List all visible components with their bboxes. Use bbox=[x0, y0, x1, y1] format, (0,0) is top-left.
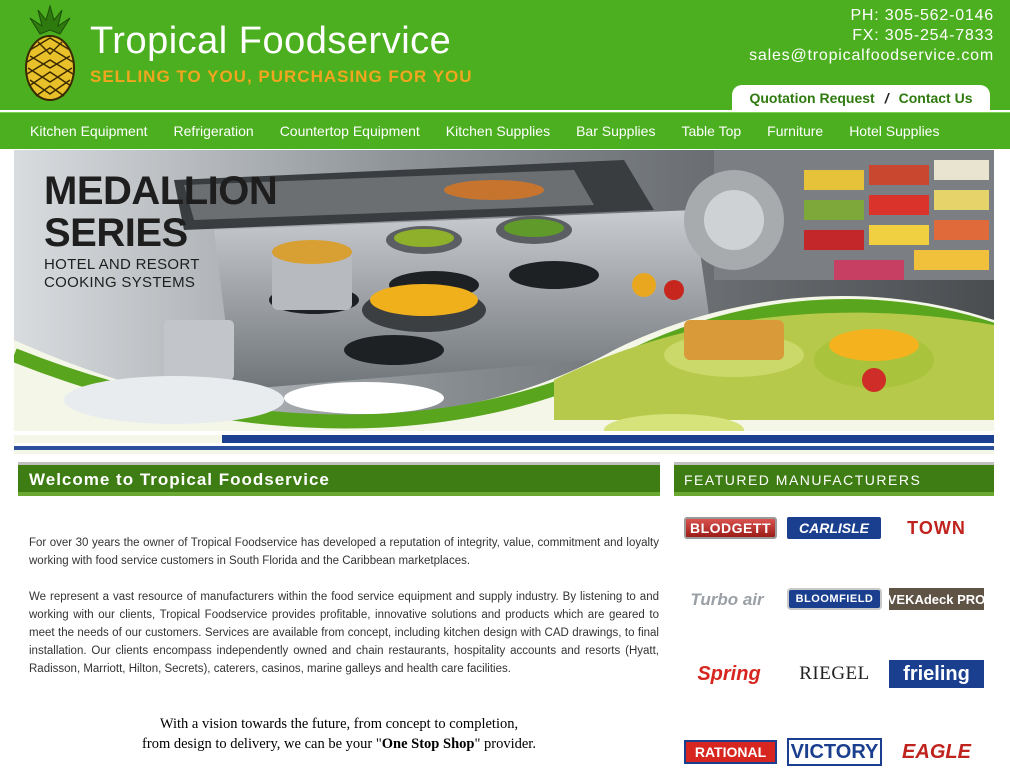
manufacturer-logo-frieling[interactable]: frieling bbox=[889, 660, 984, 688]
manufacturer-logo-bloomfield[interactable]: BLOOMFIELD bbox=[787, 588, 882, 610]
featured-manufacturers: FEATURED MANUFACTURERS BLODGETT CARLISLE… bbox=[674, 462, 994, 768]
banner-subtitle-line2: COOKING SYSTEMS bbox=[44, 274, 196, 291]
nav-item-kitchen-supplies[interactable]: Kitchen Supplies bbox=[446, 123, 550, 139]
quotation-request-link[interactable]: Quotation Request bbox=[749, 90, 874, 106]
manufacturer-logo-blodgett[interactable]: BLODGETT bbox=[684, 517, 777, 539]
manufacturer-logo-turbo-air[interactable]: Turbo air bbox=[684, 588, 770, 612]
quick-links: Quotation Request / Contact Us bbox=[732, 85, 990, 110]
manufacturer-logo-bloomfield-text: BLOOMFIELD bbox=[795, 593, 874, 605]
banner-subtitle-line1: HOTEL AND RESORT bbox=[44, 256, 200, 273]
pineapple-icon[interactable] bbox=[20, 4, 80, 102]
manufacturer-logo-riegel-text: RIEGEL bbox=[799, 663, 870, 684]
contact-us-link[interactable]: Contact Us bbox=[899, 90, 973, 106]
manufacturer-logo-town[interactable]: TOWN bbox=[889, 517, 984, 539]
manufacturer-logo-spring-text: Spring bbox=[697, 662, 761, 685]
manufacturer-logo-blodgett-text: BLODGETT bbox=[690, 520, 771, 536]
manufacturer-logo-rational-text: RATIONAL bbox=[694, 744, 767, 760]
fax-number: FX: 305-254-7833 bbox=[852, 27, 994, 44]
intro-paragraph: For over 30 years the owner of Tropical … bbox=[29, 537, 659, 567]
nav-item-bar-supplies[interactable]: Bar Supplies bbox=[576, 123, 655, 139]
nav-item-kitchen-equipment[interactable]: Kitchen Equipment bbox=[30, 123, 148, 139]
manufacturer-logo-carlisle-text: CARLISLE bbox=[799, 520, 869, 536]
manufacturer-logo-victory[interactable]: VICTORY bbox=[787, 738, 882, 766]
nav-item-refrigeration[interactable]: Refrigeration bbox=[174, 123, 254, 139]
nav-item-furniture[interactable]: Furniture bbox=[767, 123, 823, 139]
one-stop-shop-emphasis: One Stop Shop bbox=[381, 736, 475, 752]
manufacturer-logo-spring[interactable]: Spring bbox=[684, 660, 774, 688]
banner-title-line2: SERIES bbox=[44, 211, 188, 255]
site-tagline: SELLING TO YOU, PURCHASING FOR YOU bbox=[90, 67, 473, 86]
welcome-heading: Welcome to Tropical Foodservice bbox=[18, 462, 660, 496]
vision-text-before: from design to delivery, we can be your … bbox=[142, 736, 382, 752]
manufacturer-logo-rational[interactable]: RATIONAL bbox=[684, 740, 777, 764]
nav-item-table-top[interactable]: Table Top bbox=[681, 123, 741, 139]
site-header: Tropical Foodservice SELLING TO YOU, PUR… bbox=[0, 0, 1010, 110]
email-link[interactable]: sales@tropicalfoodservice.com bbox=[749, 47, 994, 65]
manufacturer-logo-vekadeck-pro[interactable]: VEKAdeck PRO bbox=[889, 588, 984, 610]
manufacturer-logo-victory-text: VICTORY bbox=[790, 740, 879, 763]
banner-title: MEDALLION SERIES bbox=[44, 169, 278, 255]
link-separator: / bbox=[884, 89, 889, 106]
manufacturer-logo-riegel[interactable]: RIEGEL bbox=[787, 660, 882, 688]
services-paragraph: We represent a vast resource of manufact… bbox=[29, 591, 659, 675]
nav-item-countertop-equipment[interactable]: Countertop Equipment bbox=[280, 123, 420, 139]
manufacturer-logo-eagle[interactable]: EAGLE bbox=[889, 738, 984, 766]
vision-statement: With a vision towards the future, from c… bbox=[18, 714, 660, 754]
manufacturer-logo-town-text: TOWN bbox=[907, 517, 966, 538]
main-nav: Kitchen Equipment Refrigeration Countert… bbox=[0, 112, 1010, 149]
manufacturer-logo-carlisle[interactable]: CARLISLE bbox=[787, 517, 881, 539]
site-title[interactable]: Tropical Foodservice bbox=[90, 20, 451, 63]
banner-title-line1: MEDALLION bbox=[44, 169, 278, 213]
manufacturer-logo-frieling-text: frieling bbox=[903, 662, 970, 685]
manufacturers-heading: FEATURED MANUFACTURERS bbox=[674, 462, 994, 496]
vision-text-after: " provider. bbox=[474, 736, 536, 752]
banner-subtitle: HOTEL AND RESORT COOKING SYSTEMS bbox=[44, 256, 200, 292]
hero-banner[interactable]: MEDALLION SERIES HOTEL AND RESORT COOKIN… bbox=[14, 150, 994, 454]
phone-number: PH: 305-562-0146 bbox=[850, 7, 994, 24]
manufacturer-logo-turbo-air-text: Turbo air bbox=[690, 590, 764, 609]
welcome-section: Welcome to Tropical Foodservice For over… bbox=[18, 462, 660, 768]
nav-item-hotel-supplies[interactable]: Hotel Supplies bbox=[849, 123, 939, 139]
vision-line-2: from design to delivery, we can be your … bbox=[18, 734, 660, 754]
manufacturer-logo-vekadeck-pro-text: VEKAdeck PRO bbox=[889, 591, 984, 607]
manufacturer-logo-eagle-text: EAGLE bbox=[902, 740, 971, 763]
vision-line-1: With a vision towards the future, from c… bbox=[159, 716, 519, 732]
